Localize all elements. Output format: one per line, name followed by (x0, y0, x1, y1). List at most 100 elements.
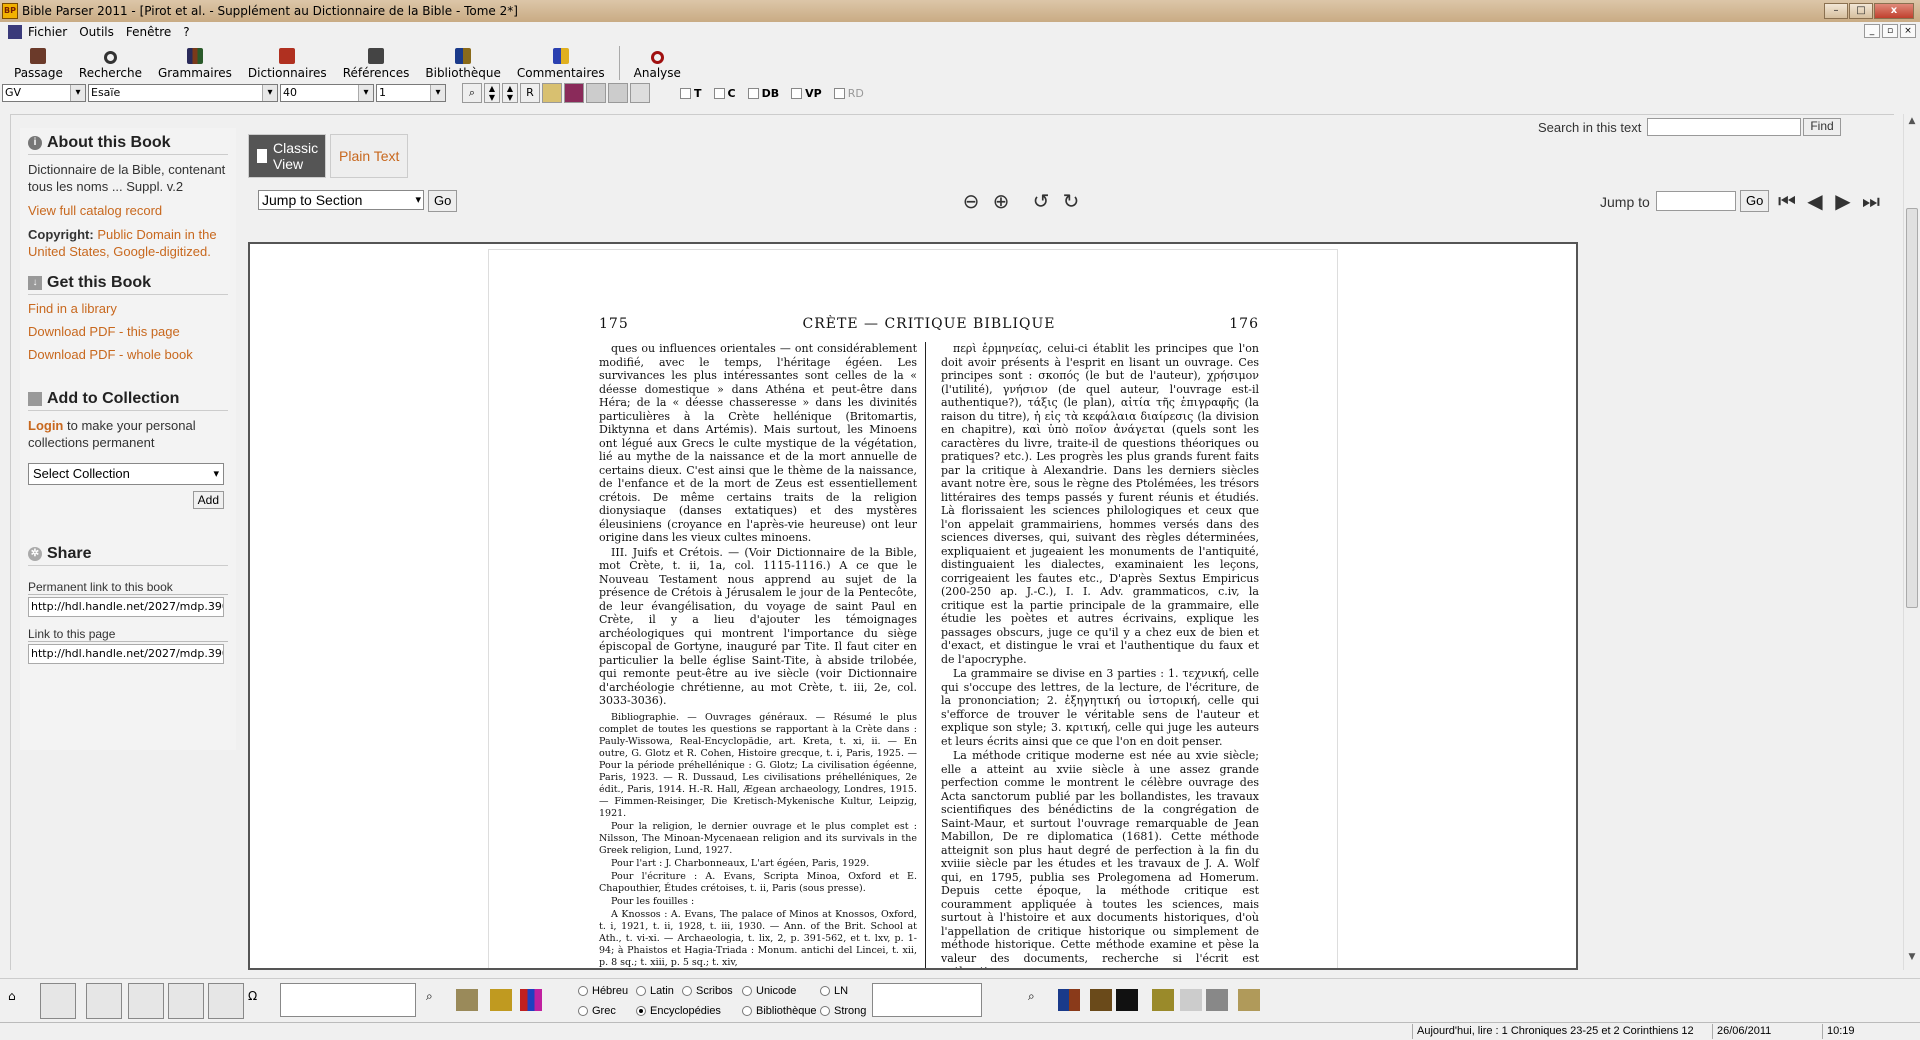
r-button[interactable]: R (520, 83, 540, 103)
magnifier-icon[interactable]: ⌕ (1028, 989, 1050, 1011)
verse-select[interactable]: 1 (376, 84, 446, 102)
add-collection-button[interactable]: Add (192, 491, 224, 509)
page-viewer[interactable]: 175 CRÈTE — CRITIQUE BIBLIQUE 176 ques o… (248, 242, 1578, 970)
radio-ln[interactable]: LN (820, 985, 848, 997)
checkbox-c[interactable]: C (713, 87, 736, 100)
reading-plan-status: Aujourd'hui, lire : 1 Chroniques 23-25 e… (1412, 1024, 1712, 1039)
catalog-record-link[interactable]: View full catalog record (28, 203, 228, 218)
omega-icon[interactable]: Ω (248, 989, 270, 1011)
bottom-search-input[interactable] (280, 983, 416, 1017)
settings-icon[interactable] (630, 83, 650, 103)
window-icon[interactable] (208, 983, 244, 1019)
close-button[interactable]: x (1874, 3, 1914, 19)
grammaires-button[interactable]: Grammaires (150, 44, 240, 80)
plain-text-button[interactable]: Plain Text (330, 134, 409, 178)
up-down-icon[interactable]: ▲ ▼ (484, 83, 500, 103)
radio-strong[interactable]: Strong (820, 1005, 866, 1017)
last-page-icon[interactable]: ⏭ (1860, 190, 1882, 212)
scroll-up-icon[interactable]: ▲ (1904, 116, 1920, 132)
checkbox-rd[interactable]: RD (833, 87, 864, 100)
home-icon[interactable]: ⌂ (8, 989, 30, 1011)
menu-outils[interactable]: Outils (79, 25, 114, 39)
diagram-icon[interactable] (1180, 989, 1202, 1011)
checkbox-vp[interactable]: VP (791, 87, 822, 100)
page-link-label: Link to this page (28, 627, 228, 642)
columns-icon[interactable] (128, 983, 164, 1019)
mdi-restore-button[interactable]: ▫ (1882, 24, 1898, 38)
jump-section-select[interactable]: Jump to Section (258, 190, 424, 210)
structure-icon[interactable] (1206, 989, 1228, 1011)
back-arrow-icon[interactable] (40, 983, 76, 1019)
notes-icon[interactable] (542, 83, 562, 103)
table-icon[interactable] (586, 83, 606, 103)
login-link[interactable]: Login (28, 418, 63, 433)
zoom-in-icon[interactable]: ⊕ (990, 190, 1012, 212)
jump-to-input[interactable] (1656, 191, 1736, 211)
magnifier-small-icon[interactable]: ⌕ (426, 989, 448, 1011)
scroll-icon[interactable] (1238, 989, 1260, 1011)
vertical-scrollbar[interactable]: ▲ ▼ (1903, 114, 1920, 970)
scroll-thumb[interactable] (1906, 208, 1918, 608)
radio-bibliotheque[interactable]: Bibliothèque (742, 1005, 817, 1017)
lines-icon[interactable] (168, 983, 204, 1019)
bar-chart-icon[interactable] (520, 989, 542, 1011)
menu-help[interactable]: ? (183, 25, 189, 39)
search-icon[interactable] (86, 983, 122, 1019)
passage-button[interactable]: Passage (6, 44, 71, 80)
library-shelf-icon[interactable] (1090, 989, 1112, 1011)
prev-page-icon[interactable]: ◀ (1804, 190, 1826, 212)
grid-icon[interactable] (490, 989, 512, 1011)
permanent-link-field[interactable]: http://hdl.handle.net/2027/mdp.390 (28, 597, 224, 617)
lexicon-search-input[interactable] (872, 983, 982, 1017)
books-icon[interactable] (564, 83, 584, 103)
mdi-close-button[interactable]: × (1900, 24, 1916, 38)
jump-go-button[interactable]: Go (1740, 190, 1770, 212)
menu-fichier[interactable]: Fichier (28, 25, 67, 39)
radio-unicode[interactable]: Unicode (742, 985, 796, 997)
dictionnaires-button[interactable]: Dictionnaires (240, 44, 335, 80)
classic-view-button[interactable]: Classic View (248, 134, 326, 178)
select-collection[interactable]: Select Collection (28, 463, 224, 485)
rotate-left-icon[interactable]: ↺ (1030, 190, 1052, 212)
search-input[interactable] (1647, 118, 1802, 136)
notes-icon[interactable] (456, 989, 478, 1011)
zoom-search-icon[interactable]: ⌕ (462, 83, 482, 103)
checkbox-db[interactable]: DB (747, 87, 779, 100)
book-select[interactable]: Esaïe (88, 84, 278, 102)
table-icon[interactable] (1152, 989, 1174, 1011)
tools-icon[interactable] (608, 83, 628, 103)
radio-latin[interactable]: Latin (636, 985, 674, 997)
columns-dark-icon[interactable] (1116, 989, 1138, 1011)
version-select[interactable]: GV (2, 84, 86, 102)
minimize-button[interactable]: – (1824, 3, 1848, 19)
download-whole-link[interactable]: Download PDF - whole book (28, 347, 228, 362)
about-heading: i About this Book (28, 134, 228, 155)
section-go-button[interactable]: Go (428, 190, 458, 212)
references-button[interactable]: Références (335, 44, 418, 80)
radio-grec[interactable]: Grec (578, 1005, 616, 1017)
bibliotheque-button[interactable]: Bibliothèque (417, 44, 509, 80)
radio-encyclopedies[interactable]: Encyclopédies (636, 1005, 721, 1017)
commentaires-button[interactable]: Commentaires (509, 44, 613, 80)
recherche-button[interactable]: Recherche (71, 44, 150, 80)
rotate-right-icon[interactable]: ↻ (1060, 190, 1082, 212)
radio-scribos[interactable]: Scribos (682, 985, 733, 997)
radio-hebreu[interactable]: Hébreu (578, 985, 628, 997)
document-icon[interactable] (8, 25, 22, 39)
next-page-icon[interactable]: ▶ (1832, 190, 1854, 212)
mdi-minimize-button[interactable]: _ (1864, 24, 1880, 38)
analyse-button[interactable]: Analyse (626, 44, 689, 80)
books-icon[interactable] (1058, 989, 1080, 1011)
spinner-icon[interactable]: ▲ ▼ (502, 83, 518, 103)
menu-fenetre[interactable]: Fenêtre (126, 25, 171, 39)
find-library-link[interactable]: Find in a library (28, 301, 228, 316)
first-page-icon[interactable]: ⏮ (1776, 190, 1798, 212)
maximize-button[interactable]: □ (1849, 3, 1873, 19)
download-page-link[interactable]: Download PDF - this page (28, 324, 228, 339)
find-button[interactable]: Find (1803, 118, 1841, 136)
chapter-select[interactable]: 40 (280, 84, 374, 102)
checkbox-t[interactable]: T (680, 87, 702, 100)
page-link-field[interactable]: http://hdl.handle.net/2027/mdp.390 (28, 644, 224, 664)
zoom-out-icon[interactable]: ⊖ (960, 190, 982, 212)
scroll-down-icon[interactable]: ▼ (1904, 952, 1920, 968)
